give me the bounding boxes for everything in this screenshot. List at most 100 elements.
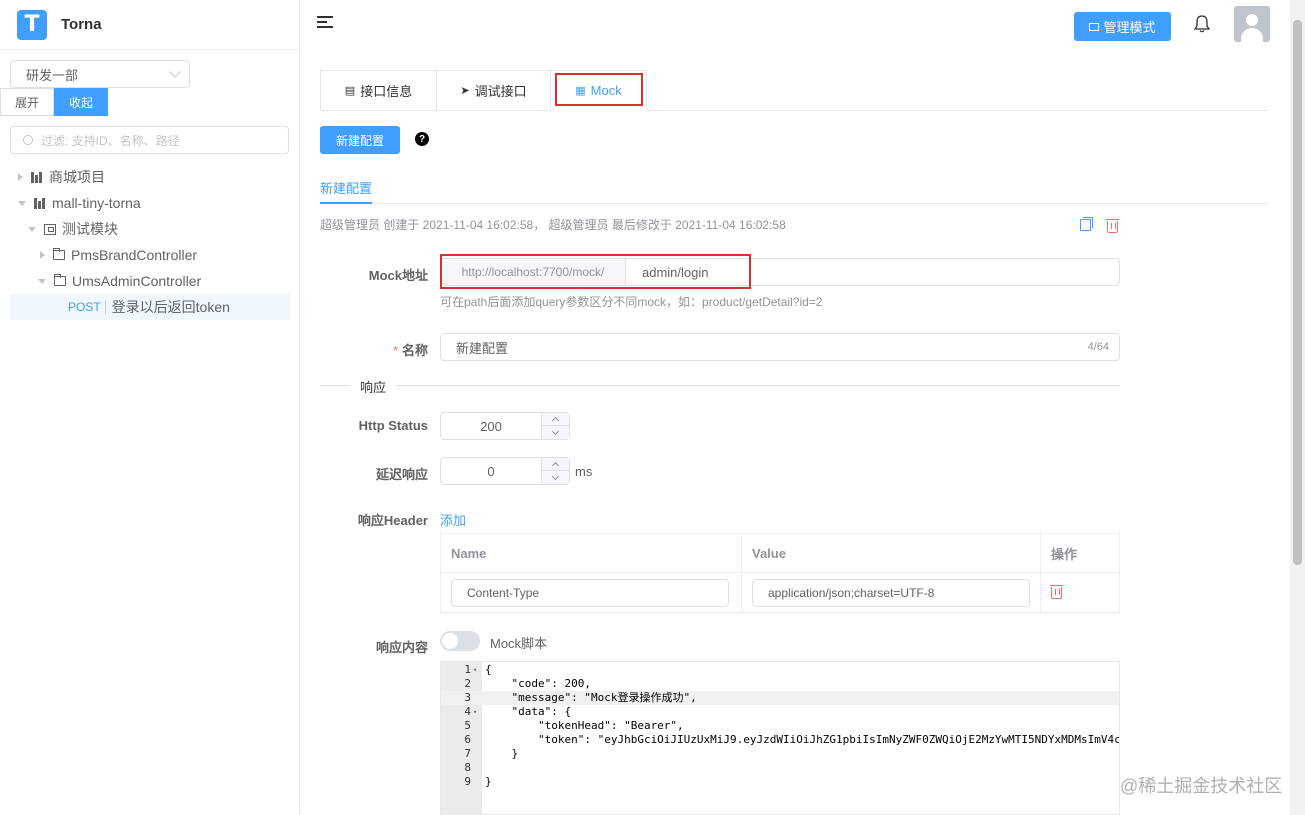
code-line: 5 "tokenHead": "Bearer",	[441, 719, 1119, 733]
line-number: 7	[464, 747, 471, 760]
tab-debug[interactable]: ➤ 调试接口	[436, 70, 551, 111]
line-number: 3	[464, 691, 471, 704]
table-row: Content-Type application/json;charset=UT…	[441, 573, 1119, 612]
space-select[interactable]: 研发一部	[10, 60, 190, 88]
code-line: 9}	[441, 775, 1119, 789]
monitor-icon	[1089, 22, 1100, 31]
fold-arrow-icon[interactable]: ▾	[473, 663, 477, 677]
add-header-link[interactable]: 添加	[440, 510, 466, 529]
line-number: 2	[464, 677, 471, 690]
tree-node-folder[interactable]: PmsBrandController	[10, 242, 290, 268]
column-header: Value	[742, 534, 1041, 572]
send-icon: ➤	[460, 85, 470, 97]
tree-node-api[interactable]: POST 登录以后返回token	[10, 294, 290, 320]
code-line: 8	[441, 761, 1119, 775]
chevron-down-icon	[551, 472, 560, 480]
avatar[interactable]	[1234, 6, 1270, 42]
header-name-input[interactable]: Content-Type	[451, 578, 729, 607]
delete-icon[interactable]	[1050, 585, 1063, 599]
expand-arrow-icon[interactable]	[40, 251, 45, 259]
decrement-button[interactable]	[542, 426, 569, 439]
code-text: "data": {	[485, 705, 572, 718]
filter-placeholder: 过滤: 支持ID、名称、路径	[41, 133, 180, 148]
code-line: 3 "message": "Mock登录操作成功",	[441, 691, 1119, 705]
code-text: {	[485, 663, 492, 676]
highlight-box	[555, 73, 643, 106]
name-label: * 名称	[392, 343, 428, 358]
code-line: 2 "code": 200,	[441, 677, 1119, 691]
response-header-label: 响应Header	[357, 513, 428, 528]
collapse-button[interactable]: 收起	[54, 88, 109, 116]
code-editor[interactable]: 1 ▾{2 "code": 200, 3 "message": "Mock登录操作成…	[440, 661, 1120, 815]
chevron-down-icon	[169, 66, 181, 78]
increment-button[interactable]	[542, 413, 569, 426]
tab-bar: ▤ 接口信息 ➤ 调试接口 ▦ Mock	[320, 70, 1268, 111]
code-text: "token": "eyJhbGciOiJIUzUxMiJ9.eyJzdWIiO…	[485, 733, 1120, 746]
menu-toggle-icon[interactable]	[317, 16, 333, 30]
space-select-value: 研发一部	[26, 67, 79, 83]
line-number: 6	[464, 733, 471, 746]
header-value-input[interactable]: application/json;charset=UTF-8	[752, 578, 1030, 607]
code-line: 7 }	[441, 747, 1119, 761]
increment-button[interactable]	[542, 458, 569, 471]
decrement-button[interactable]	[542, 471, 569, 484]
scrollbar-thumb[interactable]	[1293, 20, 1302, 565]
project-icon	[34, 197, 46, 209]
tab-label: 接口信息	[360, 84, 413, 99]
config-tab-bar: 新建配置	[320, 170, 1268, 204]
response-divider	[320, 385, 1120, 386]
column-header: Name	[441, 534, 742, 572]
sidebar: T Torna 研发一部 展开 收起 过滤: 支持ID、名称、路径 商城项目 m…	[0, 0, 300, 815]
collapse-arrow-icon[interactable]	[28, 226, 36, 232]
tree-node-app[interactable]: mall-tiny-torna	[10, 190, 290, 216]
delete-icon[interactable]	[1106, 219, 1119, 233]
tab-label: 调试接口	[474, 84, 527, 99]
fold-arrow-icon[interactable]: ▾	[473, 705, 477, 719]
name-counter: 4/64	[1087, 341, 1109, 353]
name-value: 新建配置	[456, 340, 509, 356]
column-header: 操作	[1051, 546, 1078, 562]
tree-node-project[interactable]: 商城项目	[10, 164, 290, 190]
expand-collapse-group: 展开 收起	[0, 88, 109, 116]
scrollbar[interactable]	[1290, 0, 1305, 815]
expand-button[interactable]: 展开	[0, 88, 55, 116]
help-icon[interactable]: ?	[415, 132, 429, 146]
tree-node-label: PmsBrandController	[71, 247, 198, 263]
code-text: "code": 200,	[485, 677, 591, 690]
new-config-button[interactable]: 新建配置	[320, 126, 400, 154]
config-tab[interactable]: 新建配置	[320, 170, 373, 204]
line-number: 9	[464, 775, 471, 788]
http-status-stepper[interactable]: 200	[440, 412, 570, 440]
code-text: "tokenHead": "Bearer",	[485, 719, 684, 732]
filter-input[interactable]: 过滤: 支持ID、名称、路径	[10, 126, 289, 154]
mock-url-hint: 可在path后面添加query参数区分不同mock，如：product/getD…	[440, 295, 823, 309]
collapse-arrow-icon[interactable]	[38, 278, 46, 284]
tree-node-label: 测试模块	[62, 221, 118, 237]
collapse-arrow-icon[interactable]	[18, 200, 26, 206]
expand-arrow-icon[interactable]	[18, 173, 23, 181]
code-line: 4 ▾ "data": {	[441, 705, 1119, 719]
tree-node-label: 登录以后返回token	[111, 299, 230, 315]
chevron-up-icon	[551, 416, 560, 425]
mock-script-toggle[interactable]	[440, 631, 480, 651]
http-status-label: Http Status	[358, 418, 428, 433]
copy-icon[interactable]	[1080, 217, 1093, 231]
code-text: "message": "Mock登录操作成功",	[485, 691, 697, 704]
name-input[interactable]: 新建配置 4/64	[440, 333, 1120, 361]
delay-label: 延迟响应	[375, 467, 428, 482]
bell-icon[interactable]	[1194, 15, 1210, 33]
tree-node-label: 商城项目	[49, 169, 105, 185]
admin-mode-button[interactable]: 管理模式	[1074, 12, 1171, 41]
tab-api-info[interactable]: ▤ 接口信息	[320, 70, 437, 111]
logo-row: T Torna	[0, 0, 299, 50]
tree-node-folder[interactable]: UmsAdminController	[10, 268, 290, 294]
chevron-down-icon	[551, 427, 560, 435]
watermark: @稀土掘金技术社区	[1120, 776, 1283, 796]
delay-stepper[interactable]: 0	[440, 457, 570, 485]
delay-unit: ms	[575, 464, 593, 479]
module-icon	[44, 223, 56, 235]
tree-node-module[interactable]: 测试模块	[10, 216, 290, 242]
logo-icon[interactable]: T	[17, 9, 47, 40]
line-number: 1	[464, 663, 471, 676]
tree-node-label: mall-tiny-torna	[52, 195, 141, 211]
